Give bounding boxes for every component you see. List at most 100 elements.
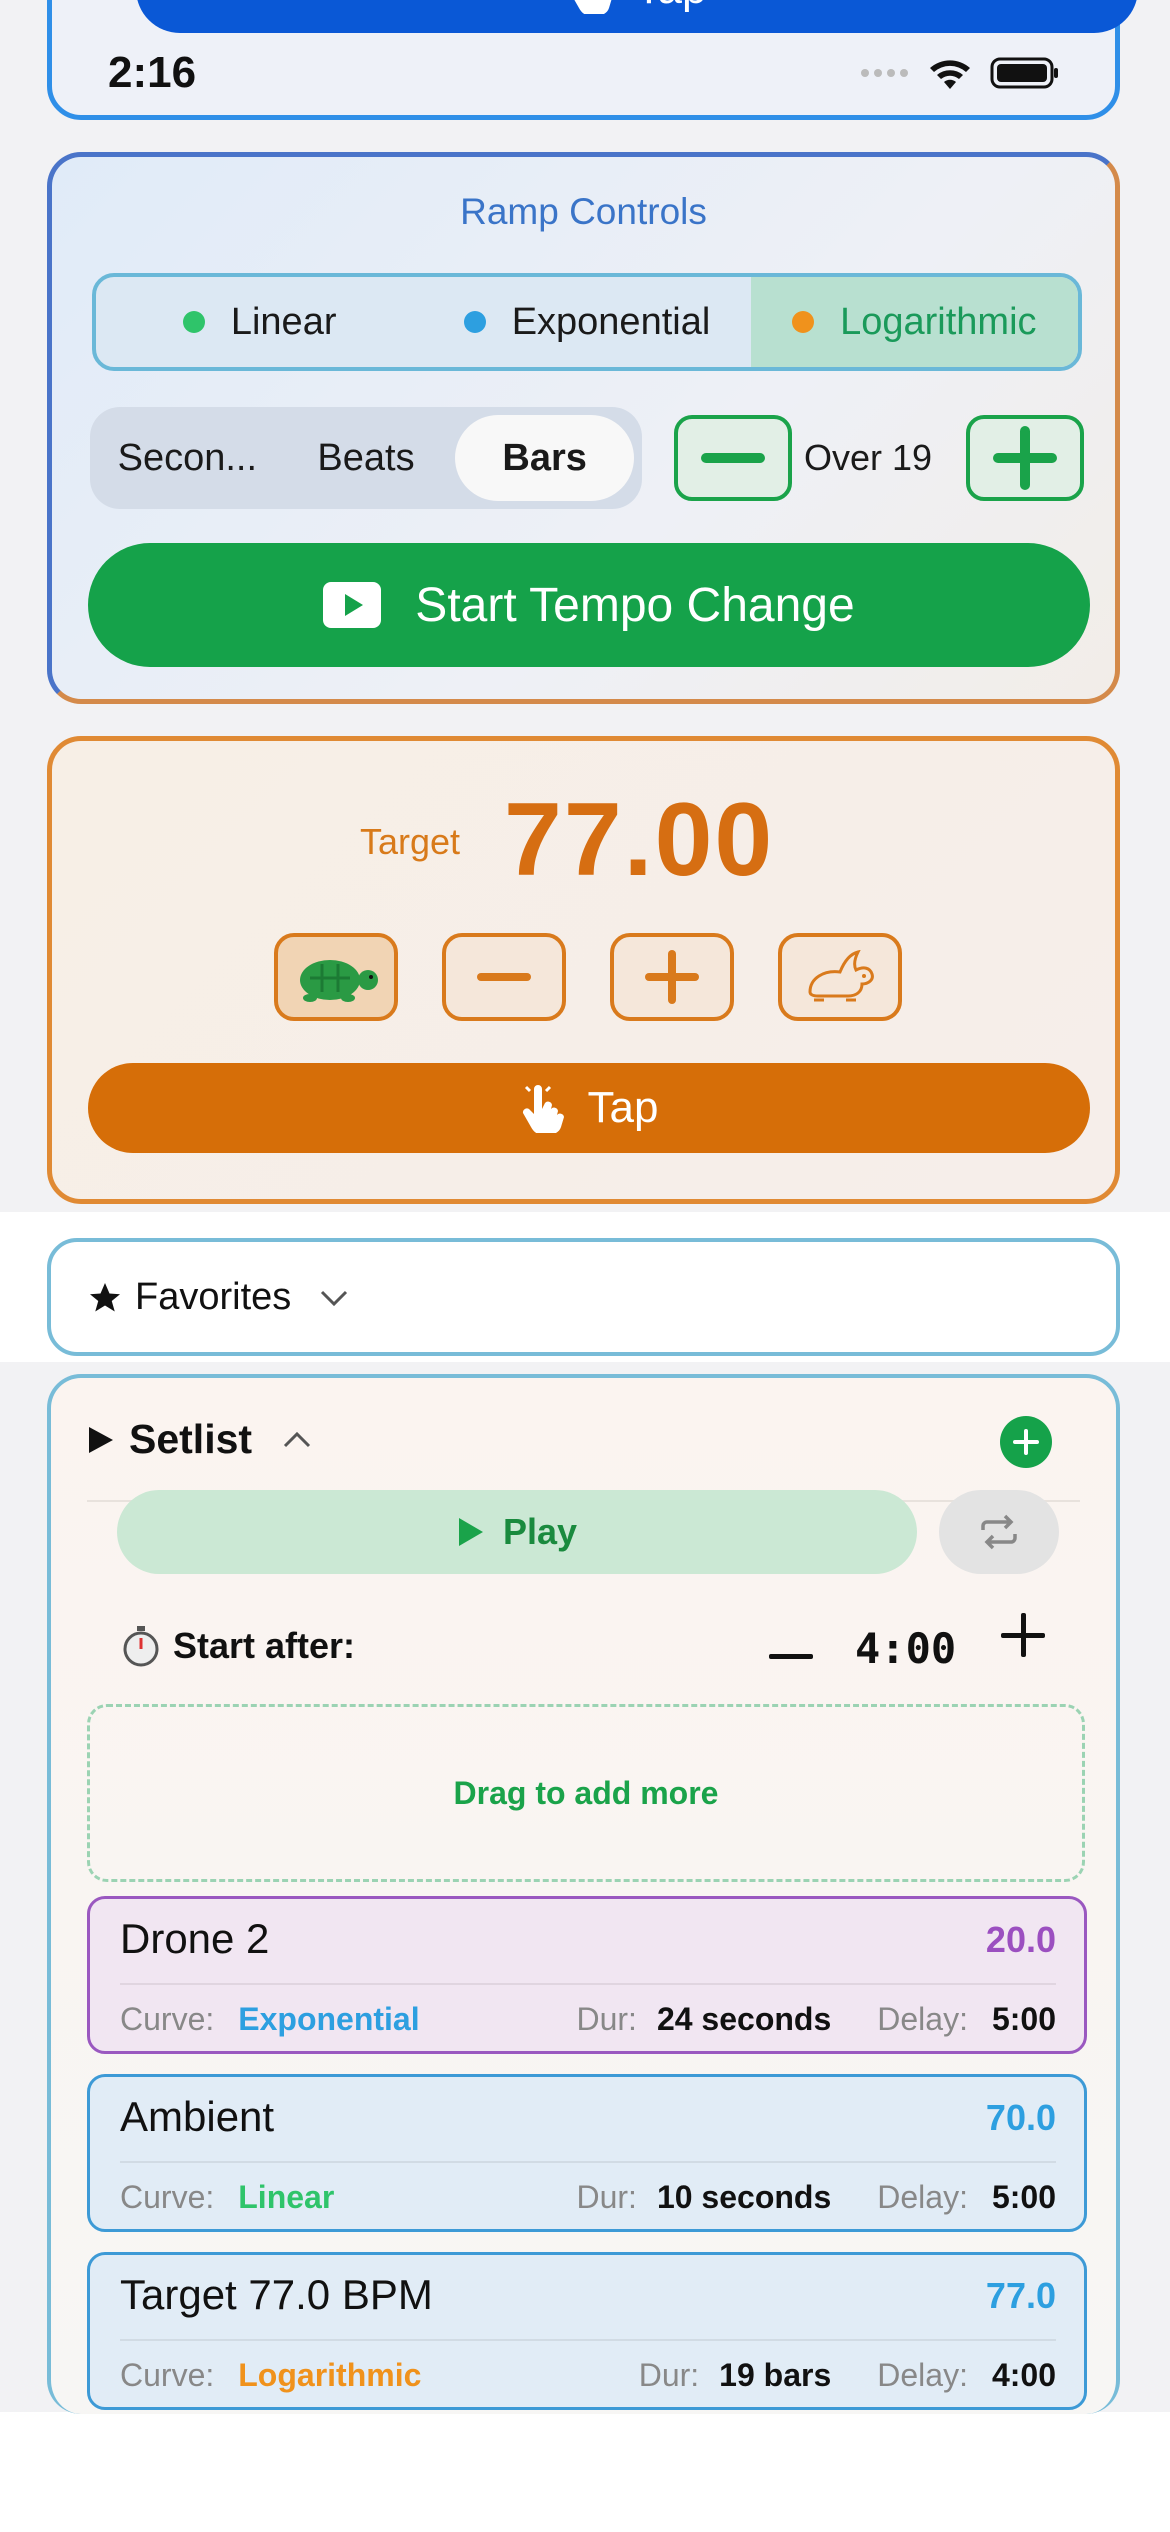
curve-option-label: Exponential: [511, 300, 711, 343]
setlist-title: Setlist: [129, 1416, 253, 1462]
target-tap-button[interactable]: Tap: [88, 1063, 1090, 1153]
target-tap-label: Tap: [587, 1083, 659, 1132]
duration-value: Over 19: [804, 437, 933, 478]
rabbit-icon: [800, 950, 880, 1004]
minus-icon: [769, 1654, 813, 1659]
add-setlist-item-button[interactable]: [1000, 1416, 1052, 1468]
drop-zone[interactable]: Drag to add more: [87, 1704, 1085, 1882]
start-tempo-change-button[interactable]: Start Tempo Change: [88, 543, 1090, 667]
start-after-row: Start after:: [121, 1624, 355, 1668]
play-box-icon: [323, 582, 382, 628]
drop-zone-label: Drag to add more: [453, 1774, 719, 1811]
plus-icon: [645, 950, 699, 1004]
top-tap-label: Tap: [636, 0, 707, 14]
curve-key: Curve:: [120, 2179, 215, 2215]
target-bpm-value: 77.00: [504, 782, 775, 898]
ramp-controls-card: Ramp Controls Linear Exponential Logarit…: [47, 152, 1120, 704]
unit-option-beats[interactable]: Beats: [277, 415, 456, 501]
item-name: Drone 2: [120, 1915, 270, 1962]
status-icons: [860, 56, 1060, 90]
item-divider: [120, 2339, 1056, 2341]
setlist-header[interactable]: Setlist: [87, 1416, 312, 1463]
play-icon: [457, 1516, 485, 1548]
item-divider: [120, 1983, 1056, 1985]
logarithmic-dot-icon: [792, 311, 815, 333]
delay-key: Delay:: [877, 2357, 968, 2393]
increase-duration-button[interactable]: [966, 415, 1084, 501]
delay-key: Delay:: [877, 2179, 968, 2215]
faster-button[interactable]: [778, 933, 902, 1021]
linear-dot-icon: [182, 311, 205, 333]
decrease-bpm-button[interactable]: [442, 933, 566, 1021]
favorites-label: Favorites: [135, 1276, 292, 1318]
item-delay: 5:00: [991, 2179, 1056, 2215]
curve-option-logarithmic[interactable]: Logarithmic: [750, 277, 1078, 367]
item-curve: Linear: [238, 2179, 335, 2215]
favorites-header[interactable]: Favorites: [87, 1276, 349, 1319]
cellular-icon: [860, 67, 910, 79]
delay-key: Delay:: [877, 2001, 968, 2037]
curve-option-exponential[interactable]: Exponential: [423, 277, 750, 367]
unit-option-seconds[interactable]: Secon...: [98, 415, 277, 501]
start-after-decrease-button[interactable]: [769, 1614, 813, 1672]
duration-unit-segmented-control: Secon... Beats Bars: [90, 407, 642, 509]
item-divider: [120, 2161, 1056, 2163]
curve-key: Curve:: [120, 2357, 215, 2393]
star-icon: [87, 1280, 123, 1316]
item-name: Ambient: [120, 2093, 275, 2140]
setlist-item[interactable]: Ambient 70.0 Curve: Linear Dur: 10 secon…: [87, 2074, 1087, 2232]
plus-icon: [993, 426, 1057, 490]
start-after-value: 4:00: [855, 1624, 957, 1673]
chevron-up-icon: [282, 1431, 312, 1449]
item-meta: Curve: Logarithmic Dur: 19 bars Delay: 4…: [120, 2357, 1056, 2394]
item-bpm: 77.0: [985, 2275, 1056, 2316]
item-meta: Curve: Exponential Dur: 24 seconds Delay…: [120, 2001, 1056, 2038]
unit-option-bars[interactable]: Bars: [455, 415, 635, 501]
decrease-duration-button[interactable]: [674, 415, 792, 501]
target-tempo-card: Target 77.00 Tap: [47, 736, 1120, 1204]
increase-bpm-button[interactable]: [610, 933, 734, 1021]
item-duration: 19 bars: [719, 2357, 832, 2393]
dur-key: Dur:: [576, 2001, 637, 2037]
favorites-section[interactable]: Favorites: [47, 1238, 1120, 1356]
minus-icon: [477, 973, 531, 981]
ramp-controls-title: Ramp Controls: [460, 191, 707, 232]
setlist-item[interactable]: Target 77.0 BPM 77.0 Curve: Logarithmic …: [87, 2252, 1087, 2410]
item-delay: 4:00: [991, 2357, 1056, 2393]
chevron-down-icon: [319, 1289, 349, 1307]
item-curve: Exponential: [238, 2001, 420, 2037]
status-time: 2:16: [108, 48, 197, 97]
curve-option-linear[interactable]: Linear: [96, 277, 423, 367]
play-label: Play: [502, 1511, 578, 1552]
target-label: Target: [360, 821, 461, 862]
item-delay: 5:00: [991, 2001, 1056, 2037]
start-after-label: Start after:: [173, 1625, 356, 1666]
minus-icon: [701, 453, 765, 463]
curve-key: Curve:: [120, 2001, 215, 2037]
start-tempo-change-label: Start Tempo Change: [415, 578, 855, 632]
dur-key: Dur:: [638, 2357, 700, 2393]
loop-button[interactable]: [939, 1490, 1059, 1574]
curve-segmented-control: Linear Exponential Logarithmic: [92, 273, 1082, 371]
battery-icon: [990, 56, 1060, 90]
play-triangle-icon: [87, 1425, 115, 1455]
exponential-dot-icon: [463, 311, 486, 333]
repeat-icon: [977, 1514, 1021, 1550]
setlist-play-button[interactable]: Play: [117, 1490, 917, 1574]
item-name: Target 77.0 BPM: [120, 2271, 433, 2318]
dur-key: Dur:: [576, 2179, 637, 2215]
setlist-section: Setlist Play Start after: 4:00 Drag to a…: [47, 1374, 1120, 2414]
setlist-item[interactable]: Drone 2 20.0 Curve: Exponential Dur: 24 …: [87, 1896, 1087, 2054]
curve-option-label: Linear: [230, 300, 337, 343]
item-duration: 10 seconds: [656, 2179, 832, 2215]
item-bpm: 70.0: [985, 2097, 1056, 2138]
item-bpm: 20.0: [985, 1919, 1056, 1960]
plus-icon: [1001, 1613, 1045, 1657]
slower-button[interactable]: [274, 933, 398, 1021]
wifi-icon: [928, 56, 972, 90]
item-meta: Curve: Linear Dur: 10 seconds Delay: 5:0…: [120, 2179, 1056, 2216]
turtle-icon: [290, 952, 382, 1002]
hand-tap-icon: [568, 0, 614, 14]
start-after-increase-button[interactable]: [1001, 1608, 1045, 1670]
top-tap-button[interactable]: Tap: [136, 0, 1138, 33]
